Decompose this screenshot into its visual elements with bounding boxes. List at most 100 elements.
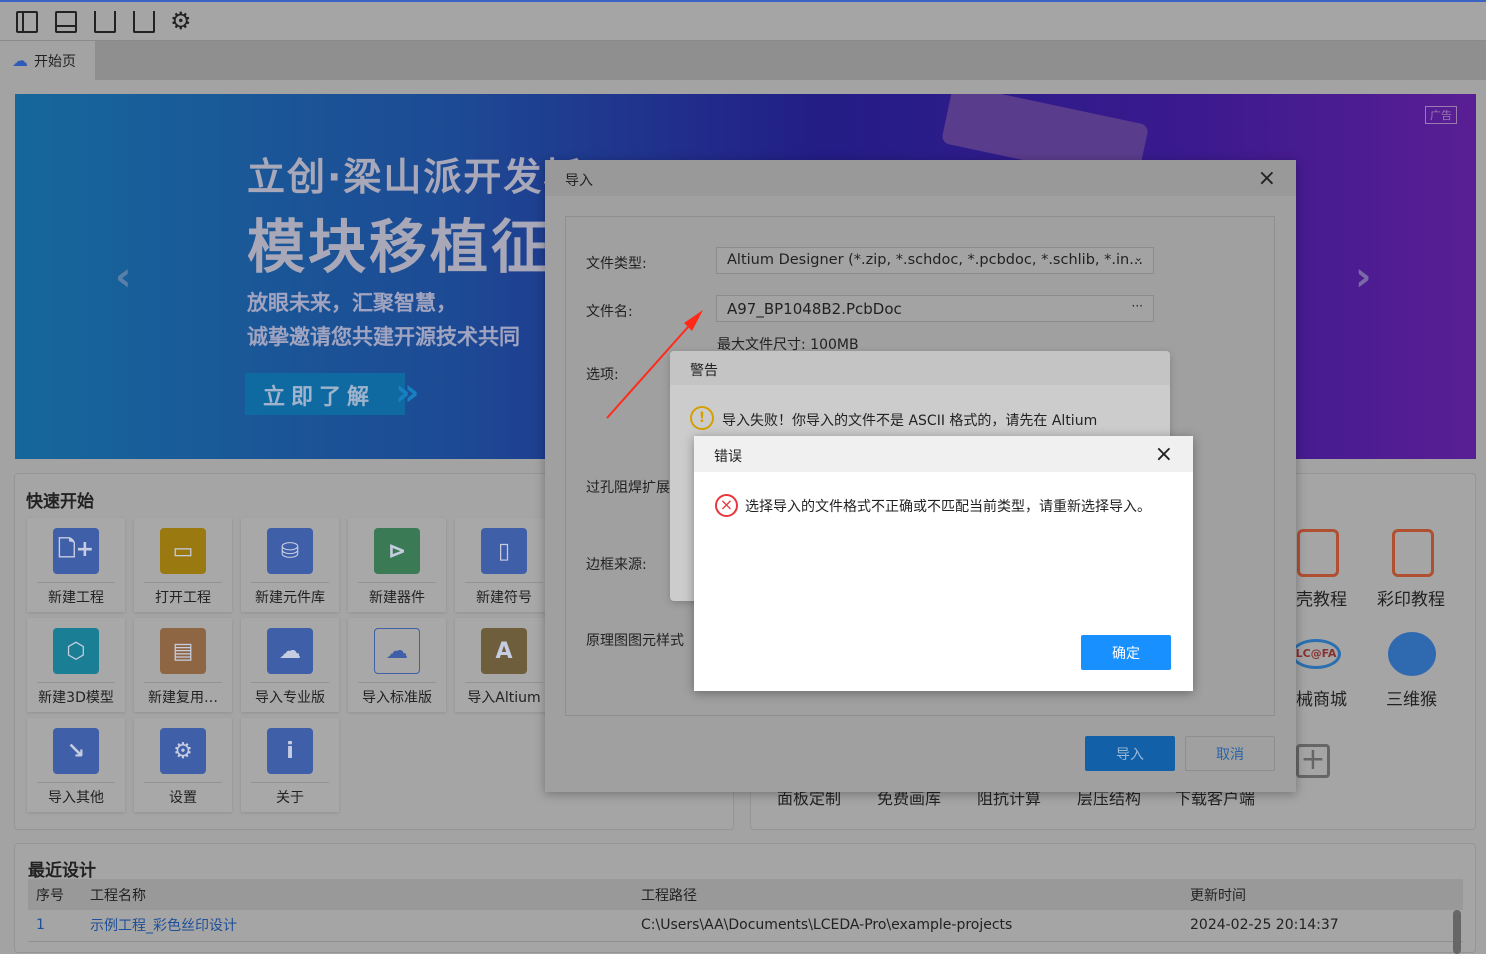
new-3d-model-icon: ⬡	[53, 628, 99, 674]
prev-slide-icon[interactable]: ‹	[115, 254, 131, 300]
monkey-icon[interactable]	[1388, 632, 1436, 676]
add-icon[interactable]: +	[1296, 744, 1330, 778]
col-index[interactable]: 序号	[28, 879, 90, 910]
quick-start-tile[interactable]: ⛁ 新建元件库	[241, 518, 339, 612]
divider	[465, 582, 543, 583]
divider	[37, 582, 115, 583]
new-device-icon: ⊳	[374, 528, 420, 574]
quick-start-tile[interactable]: ⬡ 新建3D模型	[27, 618, 125, 712]
recent-title: 最近设计	[28, 861, 96, 881]
link-3d-monkey[interactable]: 三维猴	[1386, 685, 1437, 710]
quick-start-tile[interactable]: ↘ 导入其他	[27, 718, 125, 812]
new-library-icon: ⛁	[267, 528, 313, 574]
browse-button[interactable]: ···	[1132, 299, 1143, 313]
tile-label: 新建元件库	[255, 590, 325, 606]
chevrons-icon: »	[395, 370, 420, 414]
row-updated: 2024-02-25 20:14:37	[1190, 910, 1463, 942]
quick-start-tile[interactable]: ▯ 新建符号	[455, 518, 553, 612]
banner-title: 立创·梁山派开发板	[247, 155, 584, 199]
import-button[interactable]: 导入	[1085, 736, 1175, 771]
divider	[358, 582, 436, 583]
settings-icon: ⚙	[160, 728, 206, 774]
col-name[interactable]: 工程名称	[90, 879, 641, 910]
tile-label: 打开工程	[155, 590, 211, 606]
banner-line-1: 放眼未来，汇聚智慧，	[247, 291, 457, 315]
frame-source-label: 边框来源:	[586, 557, 647, 573]
tile-label: 关于	[276, 790, 304, 806]
quick-start-tile[interactable]: ☁ 导入专业版	[241, 618, 339, 712]
quick-start-tile[interactable]: ⊳ 新建器件	[348, 518, 446, 612]
new-project-icon: 🗋+	[53, 528, 99, 574]
table-header: 序号 工程名称 工程路径 更新时间	[28, 879, 1463, 910]
file-name-field[interactable]: A97_BP1048B2.PcbDoc ···	[716, 295, 1154, 322]
tile-label: 新建复用…	[148, 690, 218, 706]
col-updated[interactable]: 更新时间	[1190, 879, 1463, 910]
tile-label: 导入Altium	[467, 690, 541, 706]
quick-start-tile[interactable]: i 关于	[241, 718, 339, 812]
error-dialog: 错误 × × 选择导入的文件格式不正确或不匹配当前类型，请重新选择导入。 确定	[694, 436, 1193, 691]
divider	[37, 782, 115, 783]
file-type-select[interactable]: Altium Designer (*.zip, *.schdoc, *.pcbd…	[716, 247, 1154, 274]
divider	[251, 782, 329, 783]
divider	[251, 582, 329, 583]
banner-headline: 模块移植征	[247, 213, 553, 281]
file-type-label: 文件类型:	[586, 256, 647, 272]
tab-label: 开始页	[34, 53, 76, 70]
link-shell-tutorial[interactable]: 壳教程	[1296, 585, 1347, 610]
table-row[interactable]: 1 示例工程_彩色丝印设计 C:\Users\AA\Documents\LCED…	[28, 910, 1463, 942]
tab-start-page[interactable]: ☁ 开始页	[0, 41, 95, 80]
lcsc-fa-logo-icon: LC@FA	[1291, 639, 1341, 669]
left-panel-icon[interactable]	[16, 11, 38, 33]
ok-button[interactable]: 确定	[1081, 635, 1171, 670]
cart-device-icon[interactable]	[94, 11, 116, 33]
toolbar: ⚙	[0, 2, 1486, 41]
quick-start-tile[interactable]: ▤ 新建复用…	[134, 618, 232, 712]
next-slide-icon[interactable]: ›	[1355, 254, 1371, 300]
divider	[37, 682, 115, 683]
cart-store-icon[interactable]	[133, 11, 155, 33]
close-icon[interactable]: ×	[1155, 442, 1173, 467]
row-path: C:\Users\AA\Documents\LCEDA-Pro\example-…	[641, 910, 1190, 942]
row-project-name[interactable]: 示例工程_彩色丝印设计	[90, 910, 641, 942]
link-color-print-tutorial[interactable]: 彩印教程	[1377, 585, 1445, 610]
row-index: 1	[28, 910, 90, 942]
new-reuse-icon: ▤	[160, 628, 206, 674]
gear-icon[interactable]: ⚙	[170, 7, 192, 35]
col-path[interactable]: 工程路径	[641, 879, 1190, 910]
error-icon: ×	[715, 494, 738, 517]
tile-label: 新建3D模型	[38, 690, 114, 706]
quick-start-tile[interactable]: ⚙ 设置	[134, 718, 232, 812]
quick-start-tile[interactable]: ▭ 打开工程	[134, 518, 232, 612]
ad-badge: 广告	[1425, 106, 1457, 124]
scrollbar[interactable]	[1453, 910, 1461, 954]
banner-subtitle: 放眼未来，汇聚智慧， 诚挚邀请您共建开源技术共同	[247, 286, 520, 354]
file-type-value: Altium Designer (*.zip, *.schdoc, *.pcbd…	[727, 252, 1144, 268]
quick-start-title: 快速开始	[26, 492, 94, 512]
error-message: 选择导入的文件格式不正确或不匹配当前类型，请重新选择导入。	[745, 499, 1151, 515]
tile-label: 新建符号	[476, 590, 532, 606]
close-icon[interactable]: ×	[1258, 166, 1276, 191]
import-more-icon: ↘	[53, 728, 99, 774]
recent-designs-panel: 最近设计 序号 工程名称 工程路径 更新时间 1 示例工程_彩色丝印设计 C:\…	[14, 843, 1476, 954]
tile-label: 导入标准版	[362, 690, 432, 706]
chevron-down-icon: ⌄	[1133, 251, 1143, 264]
quick-start-tile[interactable]: ☁ 导入标准版	[348, 618, 446, 712]
cancel-button[interactable]: 取消	[1185, 736, 1275, 771]
document-icon[interactable]	[1392, 529, 1434, 577]
quick-start-tile[interactable]: A 导入Altium	[455, 618, 553, 712]
link-mech-mall[interactable]: 械商城	[1296, 685, 1347, 710]
tab-bar: ☁ 开始页	[0, 41, 1486, 80]
tile-label: 导入其他	[48, 790, 104, 806]
document-icon	[1297, 529, 1339, 577]
divider	[251, 682, 329, 683]
divider	[144, 682, 222, 683]
bottom-panel-icon[interactable]	[55, 11, 77, 33]
tile-label: 新建工程	[48, 590, 104, 606]
quick-start-tile[interactable]: 🗋+ 新建工程	[27, 518, 125, 612]
divider	[144, 582, 222, 583]
warning-message: 导入失败！你导入的文件不是 ASCII 格式的，请先在 Altium	[722, 413, 1098, 429]
tile-label: 导入专业版	[255, 690, 325, 706]
learn-more-button[interactable]: 立即了解	[245, 373, 405, 415]
divider	[358, 682, 436, 683]
new-symbol-icon: ▯	[481, 528, 527, 574]
